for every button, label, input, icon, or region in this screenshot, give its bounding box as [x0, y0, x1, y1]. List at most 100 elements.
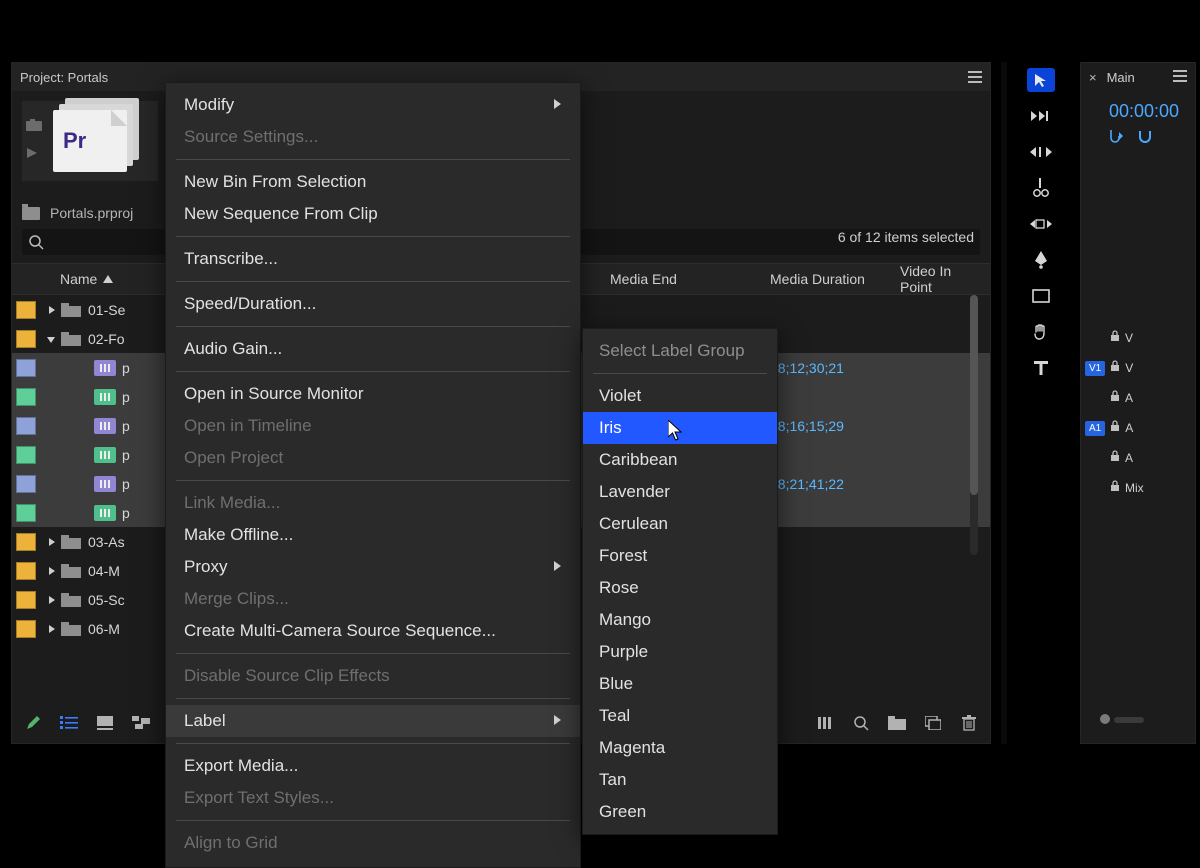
lock-icon[interactable] [1109, 479, 1121, 497]
menu-separator [176, 653, 570, 654]
track-source-chip[interactable]: V1 [1085, 361, 1105, 376]
rectangle-tool-icon[interactable] [1027, 284, 1055, 308]
trash-icon[interactable] [960, 715, 978, 731]
track-header[interactable]: A [1081, 383, 1195, 413]
expander-icon[interactable] [42, 563, 60, 579]
slip-tool-icon[interactable] [1027, 212, 1055, 236]
row-name: p [122, 389, 130, 405]
panel-menu-icon[interactable] [1173, 70, 1187, 85]
vertical-scrollbar[interactable] [970, 295, 978, 555]
lock-icon[interactable] [1109, 389, 1121, 407]
menu-item[interactable]: New Bin From Selection [166, 166, 580, 198]
menu-item[interactable]: Proxy [166, 551, 580, 583]
track-header[interactable]: V1 V [1081, 353, 1195, 383]
menu-item[interactable]: Transcribe... [166, 243, 580, 275]
new-item-icon[interactable] [924, 715, 942, 731]
menu-item[interactable]: Audio Gain... [166, 333, 580, 365]
lock-icon[interactable] [1109, 359, 1121, 377]
menu-item[interactable]: Modify [166, 89, 580, 121]
label-option[interactable]: Teal [583, 700, 777, 732]
type-tool-icon[interactable] [1027, 356, 1055, 380]
lock-icon[interactable] [1109, 329, 1121, 347]
submenu-arrow-icon [552, 95, 562, 115]
label-option[interactable]: Tan [583, 764, 777, 796]
submenu-title[interactable]: Select Label Group [583, 335, 777, 367]
bin-clip-icon [60, 621, 82, 637]
label-submenu[interactable]: Select Label Group VioletIrisCaribbeanLav… [582, 328, 778, 835]
label-option[interactable]: Violet [583, 380, 777, 412]
label-option[interactable]: Magenta [583, 732, 777, 764]
label-option[interactable]: Lavender [583, 476, 777, 508]
track-header[interactable]: A1A [1081, 413, 1195, 443]
close-icon[interactable]: × [1089, 70, 1097, 85]
menu-item[interactable]: Speed/Duration... [166, 288, 580, 320]
freeform-view-icon[interactable] [132, 715, 150, 731]
magnet-icon[interactable] [1137, 128, 1153, 149]
label-option[interactable]: Cerulean [583, 508, 777, 540]
menu-item[interactable]: Export Media... [166, 750, 580, 782]
label-option[interactable]: Mango [583, 604, 777, 636]
panel-divider[interactable] [1001, 62, 1007, 744]
lock-icon[interactable] [1109, 419, 1121, 437]
razor-tool-icon[interactable] [1027, 176, 1055, 200]
label-option[interactable]: Purple [583, 636, 777, 668]
menu-item: Disable Source Clip Effects [166, 660, 580, 692]
expander-icon[interactable] [42, 621, 60, 637]
selection-tool-icon[interactable] [1027, 68, 1055, 92]
timeline-tab-title[interactable]: Main [1107, 70, 1135, 85]
icon-view-icon[interactable] [96, 715, 114, 731]
menu-item-label: Link Media... [184, 493, 280, 513]
pencil-icon[interactable] [24, 715, 42, 731]
list-view-icon[interactable] [60, 715, 78, 731]
menu-item[interactable]: Create Multi-Camera Source Sequence... [166, 615, 580, 647]
label-option[interactable]: Caribbean [583, 444, 777, 476]
timeline-timecode[interactable]: 00:00:00 [1081, 91, 1195, 128]
panel-menu-icon[interactable] [968, 71, 982, 83]
track-select-forward-tool-icon[interactable] [1027, 104, 1055, 128]
lock-icon[interactable] [1109, 449, 1121, 467]
hand-tool-icon[interactable] [1027, 320, 1055, 344]
col-media-duration[interactable]: Media Duration [762, 271, 892, 287]
media-duration-value: 08;12;30;21 [762, 360, 892, 376]
menu-separator [176, 698, 570, 699]
menu-item[interactable]: Open in Source Monitor [166, 378, 580, 410]
menu-item[interactable]: Label [166, 705, 580, 737]
selection-count: 6 of 12 items selected [838, 229, 974, 245]
bin-icon [22, 207, 40, 220]
col-video-in-point[interactable]: Video In Point [892, 263, 990, 295]
expander-icon[interactable] [42, 534, 60, 550]
col-name[interactable]: Name [60, 271, 97, 287]
track-header[interactable]: Mix [1081, 473, 1195, 503]
menu-item-label: Audio Gain... [184, 339, 282, 359]
context-menu[interactable]: ModifySource Settings...New Bin From Sel… [165, 82, 581, 868]
prproj-file-icon: Pr [53, 110, 127, 172]
menu-item: Open Project [166, 442, 580, 474]
menu-item[interactable]: New Sequence From Clip [166, 198, 580, 230]
find-icon[interactable] [852, 715, 870, 731]
label-option[interactable]: Forest [583, 540, 777, 572]
snap-icon[interactable] [1109, 128, 1125, 149]
label-option[interactable]: Blue [583, 668, 777, 700]
label-option[interactable]: Iris [583, 412, 777, 444]
audio-clip-icon [94, 505, 116, 521]
clip-view-icon[interactable] [816, 715, 834, 731]
expander-icon[interactable] [42, 592, 60, 608]
new-bin-icon[interactable] [888, 715, 906, 731]
label-option[interactable]: Green [583, 796, 777, 828]
menu-item-label: Open in Timeline [184, 416, 312, 436]
col-media-end[interactable]: Media End [602, 271, 762, 287]
track-header[interactable]: V [1081, 323, 1195, 353]
menu-item: Link Media... [166, 487, 580, 519]
ripple-edit-tool-icon[interactable] [1027, 140, 1055, 164]
timeline-scrollbar[interactable] [1100, 711, 1148, 721]
expander-icon[interactable] [42, 302, 60, 318]
track-label: V [1125, 361, 1133, 375]
label-swatch [16, 330, 36, 348]
expander-icon[interactable] [42, 331, 60, 347]
track-source-chip[interactable]: A1 [1085, 421, 1105, 436]
label-option[interactable]: Rose [583, 572, 777, 604]
track-label: A [1125, 451, 1133, 465]
track-header[interactable]: A [1081, 443, 1195, 473]
menu-item[interactable]: Make Offline... [166, 519, 580, 551]
pen-tool-icon[interactable] [1027, 248, 1055, 272]
